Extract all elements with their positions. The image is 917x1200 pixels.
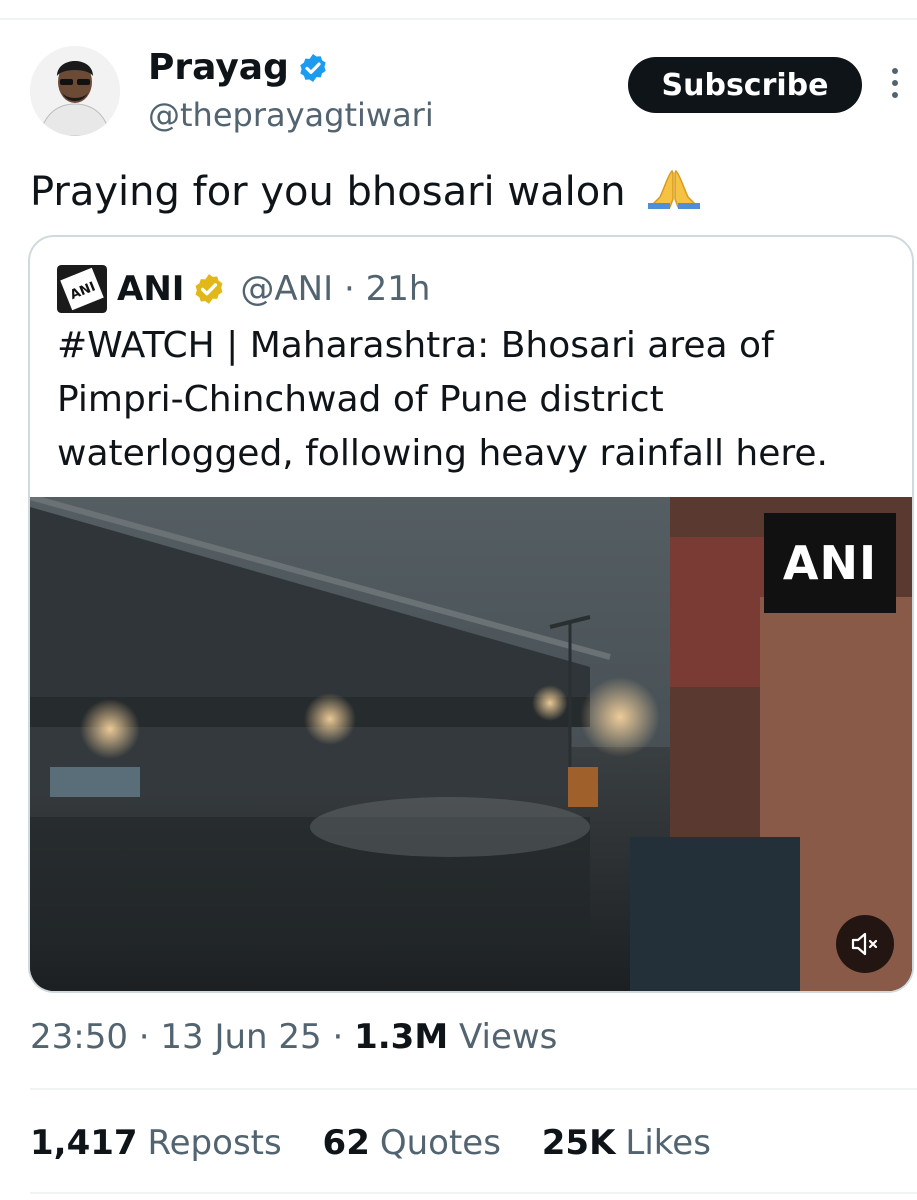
tweet-text-row: Praying for you bhosari walon <box>30 166 702 218</box>
likes-label: Likes <box>625 1123 711 1163</box>
verified-badge-icon <box>300 54 326 82</box>
engagement-stats: 1,417 Reposts 62 Quotes 25K Likes <box>30 1120 741 1166</box>
quoted-handle-time[interactable]: @ANI · 21h <box>240 269 430 309</box>
more-options-icon[interactable] <box>888 68 902 108</box>
video-player[interactable]: ANI <box>30 497 912 991</box>
folded-hands-emoji-icon <box>648 169 701 209</box>
quoted-tweet[interactable]: ANI ANI @ANI · 21h #WATCH | Maharashtra:… <box>28 235 914 993</box>
video-watermark: ANI <box>764 513 896 613</box>
quotes-label: Quotes <box>379 1123 501 1163</box>
tweet-meta: 23:50 · 13 Jun 25 · 1.3M Views <box>30 1014 557 1060</box>
top-divider <box>0 18 917 20</box>
quoted-tweet-text: #WATCH | Maharashtra: Bhosari area of Pi… <box>57 325 828 474</box>
quoted-author-name[interactable]: ANI <box>117 269 184 309</box>
avatar[interactable] <box>30 46 120 136</box>
reposts-label: Reposts <box>147 1123 282 1163</box>
author-handle[interactable]: @theprayagtiwari <box>148 94 434 136</box>
speaker-muted-icon <box>851 932 878 956</box>
author-name[interactable]: Prayag <box>148 46 289 90</box>
reposts-stat[interactable]: 1,417 Reposts <box>30 1123 282 1163</box>
quotes-count: 62 <box>322 1123 370 1163</box>
mute-button[interactable] <box>836 915 894 973</box>
tweet-text: Praying for you bhosari walon <box>30 169 626 215</box>
reposts-count: 1,417 <box>30 1123 138 1163</box>
divider <box>30 1088 917 1090</box>
quoted-tweet-header: ANI ANI @ANI · 21h <box>57 265 430 313</box>
tweet-timestamp[interactable]: 23:50 · 13 Jun 25 · <box>30 1017 354 1057</box>
views-label: Views <box>459 1017 558 1057</box>
gold-verified-badge-icon <box>195 274 223 304</box>
quotes-stat[interactable]: 62 Quotes <box>323 1123 501 1163</box>
likes-count: 25K <box>541 1123 616 1163</box>
ani-logo-icon: ANI <box>57 265 107 313</box>
likes-stat[interactable]: 25K Likes <box>542 1123 711 1163</box>
subscribe-button[interactable]: Subscribe <box>628 57 862 113</box>
views-count: 1.3M <box>354 1017 449 1057</box>
bottom-divider <box>30 1192 917 1194</box>
author-name-row[interactable]: Prayag <box>148 46 329 90</box>
